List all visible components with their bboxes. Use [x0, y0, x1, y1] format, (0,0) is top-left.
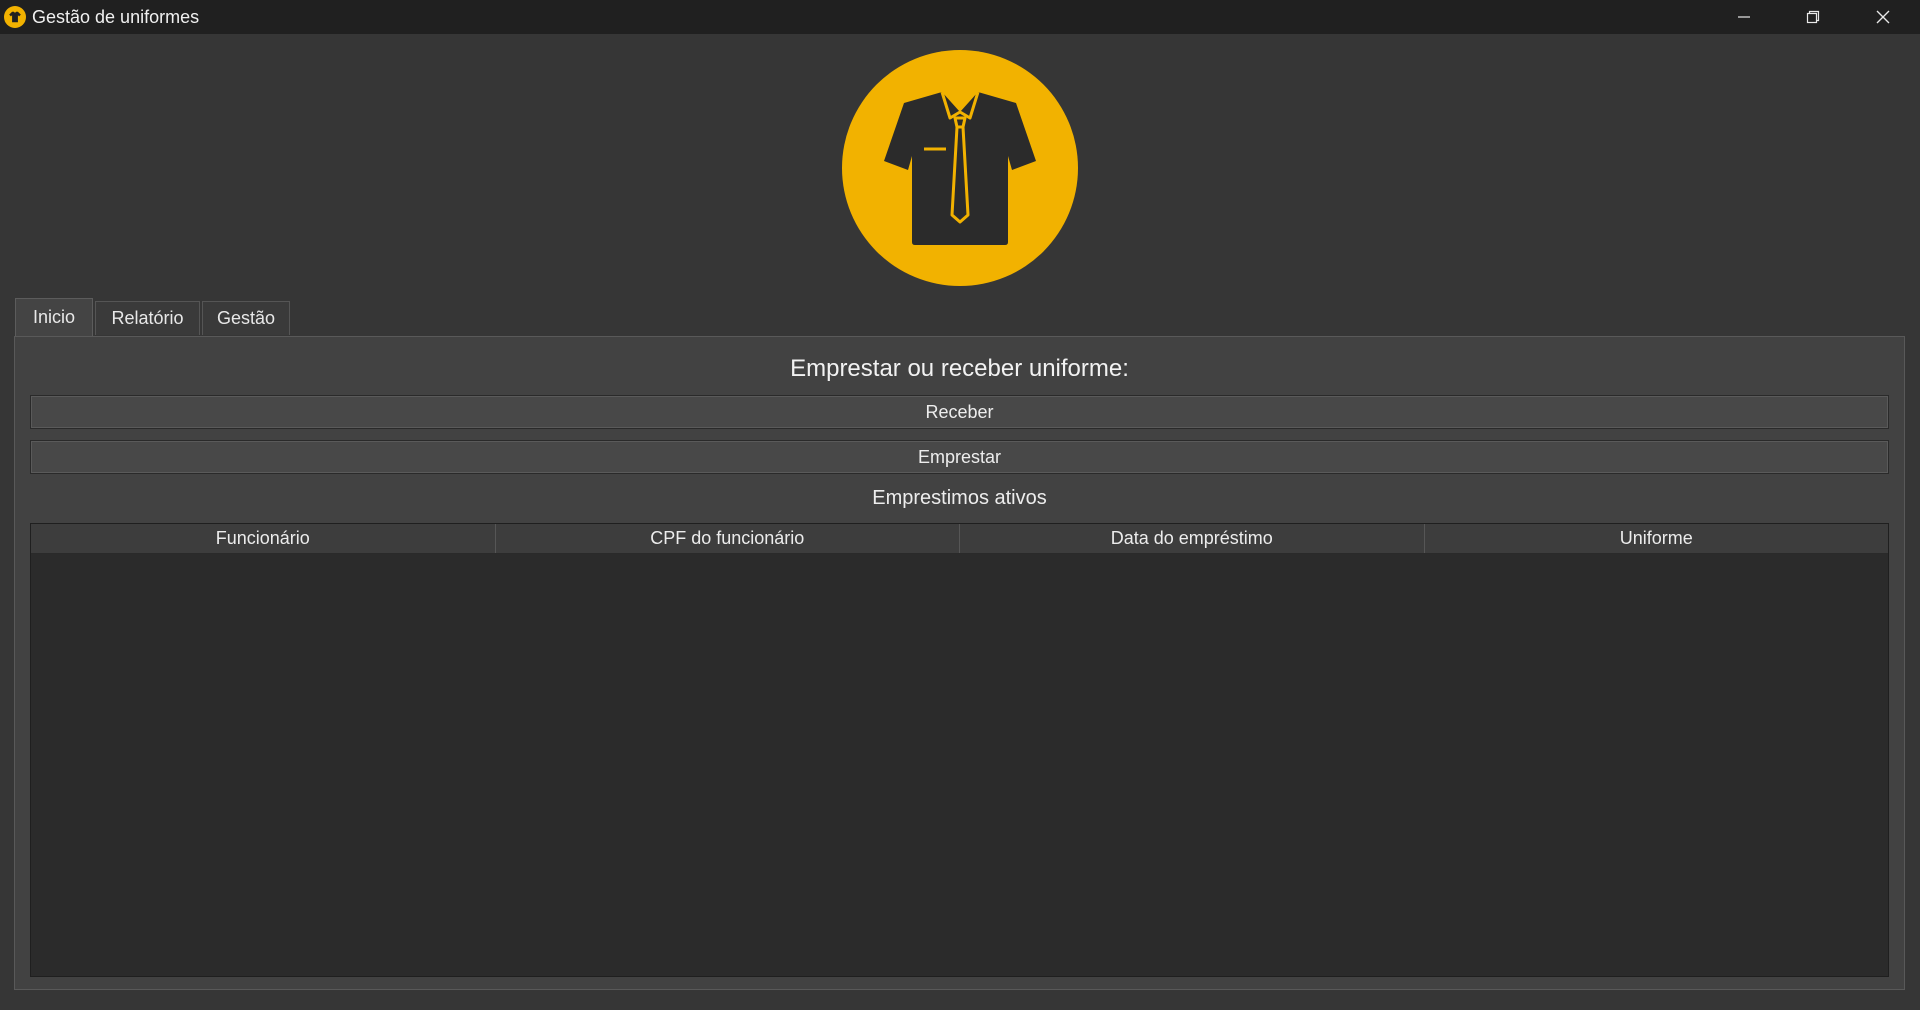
receive-button[interactable]: Receber — [30, 395, 1889, 429]
app-logo — [842, 50, 1078, 286]
window-title: Gestão de uniformes — [32, 7, 200, 27]
minimize-icon — [1738, 16, 1750, 18]
tab-panel-inicio: Emprestar ou receber uniforme: Receber E… — [14, 336, 1905, 990]
tab-relatorio[interactable]: Relatório — [95, 301, 200, 335]
tab-inicio[interactable]: Inicio — [15, 298, 93, 336]
close-button[interactable] — [1848, 0, 1918, 34]
minimize-button[interactable] — [1709, 0, 1779, 34]
active-loans-table[interactable]: Funcionário CPF do funcionário Data do e… — [30, 523, 1889, 977]
tab-gestao[interactable]: Gestão — [202, 301, 290, 335]
column-header-data[interactable]: Data do empréstimo — [960, 524, 1425, 553]
table-body[interactable] — [31, 554, 1888, 976]
title-bar: Gestão de uniformes — [0, 0, 1920, 34]
table-header: Funcionário CPF do funcionário Data do e… — [31, 524, 1888, 554]
column-header-funcionario[interactable]: Funcionário — [31, 524, 496, 553]
restore-icon — [1806, 10, 1820, 24]
restore-button[interactable] — [1778, 0, 1848, 34]
close-icon — [1876, 10, 1890, 24]
shirt-with-tie-icon — [842, 50, 1078, 286]
app-shirt-icon — [4, 6, 26, 28]
active-loans-label: Emprestimos ativos — [872, 487, 1047, 509]
column-header-cpf[interactable]: CPF do funcionário — [496, 524, 960, 553]
lend-button[interactable]: Emprestar — [30, 440, 1889, 474]
page-heading: Emprestar ou receber uniforme: — [790, 355, 1129, 382]
column-header-uniforme[interactable]: Uniforme — [1425, 524, 1889, 553]
